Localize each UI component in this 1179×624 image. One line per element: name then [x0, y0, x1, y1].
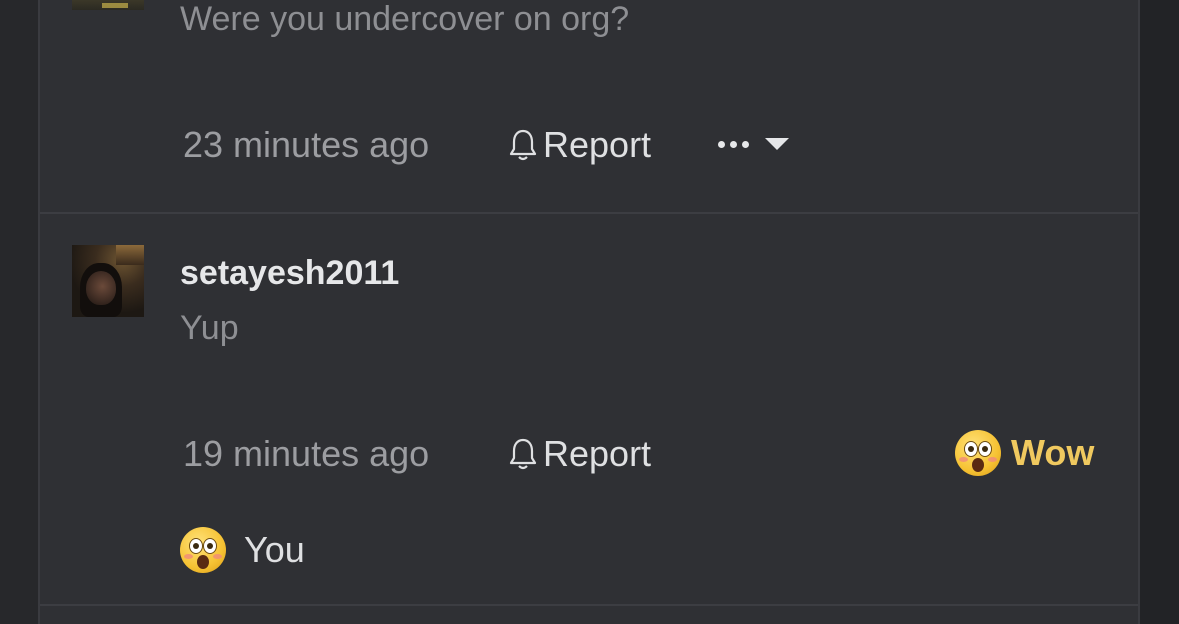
reaction-label: Wow — [1011, 432, 1095, 473]
reactions-summary[interactable]: You — [180, 527, 305, 573]
more-icon — [718, 140, 749, 148]
report-label: Report — [543, 433, 652, 474]
astonished-face-icon — [180, 527, 226, 573]
comment-timestamp: 23 minutes ago — [183, 124, 430, 165]
comment-message: Yup — [180, 309, 239, 347]
reaction-button[interactable]: Wow — [955, 430, 1094, 476]
avatar[interactable] — [72, 245, 144, 317]
bell-icon — [507, 127, 539, 163]
reacted-by-label: You — [244, 529, 305, 570]
more-options-button[interactable] — [718, 138, 789, 150]
report-button[interactable]: Report — [507, 433, 651, 475]
report-label: Report — [543, 124, 652, 165]
chevron-down-icon — [765, 138, 789, 150]
divider — [40, 212, 1138, 214]
avatar[interactable] — [72, 0, 144, 10]
comment-username[interactable]: setayesh2011 — [180, 254, 399, 293]
report-button[interactable]: Report — [507, 124, 651, 166]
comment-timestamp: 19 minutes ago — [183, 433, 430, 474]
bell-icon — [507, 436, 539, 472]
right-gutter — [1140, 0, 1179, 624]
comment-message: Were you undercover on org? — [180, 0, 630, 38]
left-gutter — [0, 0, 38, 624]
divider — [40, 604, 1138, 606]
astonished-face-icon — [955, 430, 1001, 476]
